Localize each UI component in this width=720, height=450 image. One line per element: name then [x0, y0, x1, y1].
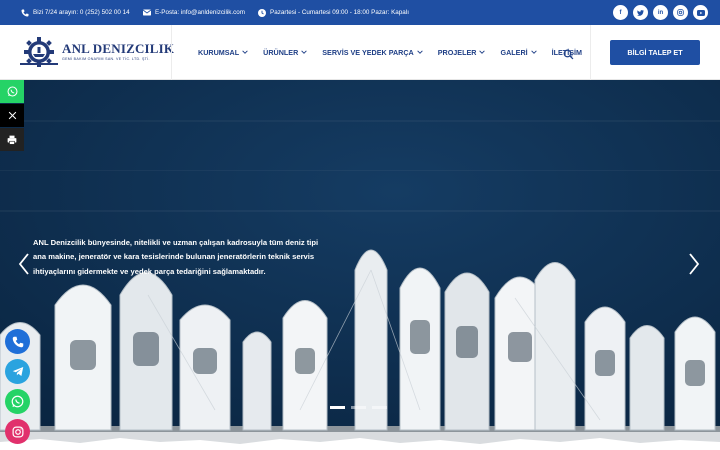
share-whatsapp-button[interactable]	[0, 80, 24, 103]
nav-label: SERVİS VE YEDEK PARÇA	[322, 48, 414, 57]
whatsapp-button[interactable]	[5, 389, 30, 414]
nav-item-galeri[interactable]: GALERİ	[500, 48, 537, 57]
social-links: f in	[613, 5, 708, 20]
phone-info[interactable]: Bizi 7/24 arayın: 0 (252) 502 00 14	[21, 0, 130, 25]
instagram-icon[interactable]	[673, 5, 688, 20]
clock-icon	[258, 8, 266, 17]
phone-icon	[12, 336, 23, 347]
hero-slider: ANL Denizcilik bünyesinde, nitelikli ve …	[0, 80, 720, 450]
nav-label: GALERİ	[500, 48, 528, 57]
slider-dot[interactable]	[330, 406, 345, 409]
nav-item-projeler[interactable]: PROJELER	[438, 48, 486, 57]
phone-icon	[21, 9, 29, 17]
nav-label: ÜRÜNLER	[263, 48, 299, 57]
email-text: E-Posta: info@anldenizcilik.com	[155, 9, 246, 16]
facebook-icon[interactable]: f	[613, 5, 628, 20]
header-divider	[171, 25, 172, 80]
instagram-icon	[12, 426, 23, 437]
share-x-button[interactable]	[0, 104, 24, 127]
whatsapp-icon	[7, 86, 17, 97]
nav-item-kurumsal[interactable]: KURUMSAL	[198, 48, 248, 57]
request-info-button[interactable]: BİLGİ TALEP ET	[610, 40, 700, 65]
call-button[interactable]	[5, 329, 30, 354]
share-print-button[interactable]	[0, 128, 24, 151]
hours-info: Pazartesi - Cumartesi 09:00 - 18:00 Paza…	[258, 0, 409, 25]
telegram-icon	[12, 367, 23, 376]
slider-dot[interactable]	[351, 406, 366, 409]
youtube-icon[interactable]	[693, 5, 708, 20]
chevron-down-icon	[301, 49, 308, 56]
torn-edge-divider	[0, 438, 720, 450]
slider-next-arrow-icon[interactable]	[687, 252, 701, 276]
nav-label: KURUMSAL	[198, 48, 240, 57]
telegram-button[interactable]	[5, 359, 30, 384]
logo-tagline: GEMİ BAKIM ONARIM SAN. VE TİC. LTD. ŞTİ.	[62, 57, 150, 61]
hero-description: ANL Denizcilik bünyesinde, nitelikli ve …	[33, 238, 319, 276]
whatsapp-icon	[11, 395, 24, 408]
phone-text: Bizi 7/24 arayın: 0 (252) 502 00 14	[33, 9, 130, 16]
main-nav: KURUMSAL ÜRÜNLER SERVİS VE YEDEK PARÇA P…	[198, 25, 597, 80]
gear-ship-logo-icon	[20, 37, 58, 67]
slider-dot[interactable]	[372, 406, 387, 409]
chevron-down-icon	[479, 49, 486, 56]
x-icon	[8, 111, 16, 120]
top-info-bar: Bizi 7/24 arayın: 0 (252) 502 00 14 E-Po…	[0, 0, 720, 25]
linkedin-icon[interactable]: in	[653, 5, 668, 20]
search-icon[interactable]	[563, 47, 574, 60]
header-divider	[590, 25, 591, 80]
instagram-button[interactable]	[5, 419, 30, 444]
nav-label: PROJELER	[437, 48, 477, 57]
email-info[interactable]: E-Posta: info@anldenizcilik.com	[143, 0, 245, 25]
hours-text: Pazartesi - Cumartesi 09:00 - 18:00 Paza…	[270, 9, 409, 16]
slider-prev-arrow-icon[interactable]	[17, 252, 31, 276]
site-logo[interactable]: ANL DENIZCILIK GEMİ BAKIM ONARIM SAN. VE…	[20, 36, 174, 68]
twitter-icon[interactable]	[633, 5, 648, 20]
logo-name: ANL DENIZCILIK	[62, 41, 175, 56]
envelope-icon	[143, 9, 151, 17]
chevron-down-icon	[530, 49, 537, 56]
nav-item-urunler[interactable]: ÜRÜNLER	[263, 48, 308, 57]
nav-item-servis[interactable]: SERVİS VE YEDEK PARÇA	[322, 48, 423, 57]
slider-pagination	[330, 406, 387, 409]
print-icon	[7, 135, 17, 145]
main-header: ANL DENIZCILIK GEMİ BAKIM ONARIM SAN. VE…	[0, 25, 720, 80]
chevron-down-icon	[416, 49, 423, 56]
chevron-down-icon	[242, 49, 248, 56]
